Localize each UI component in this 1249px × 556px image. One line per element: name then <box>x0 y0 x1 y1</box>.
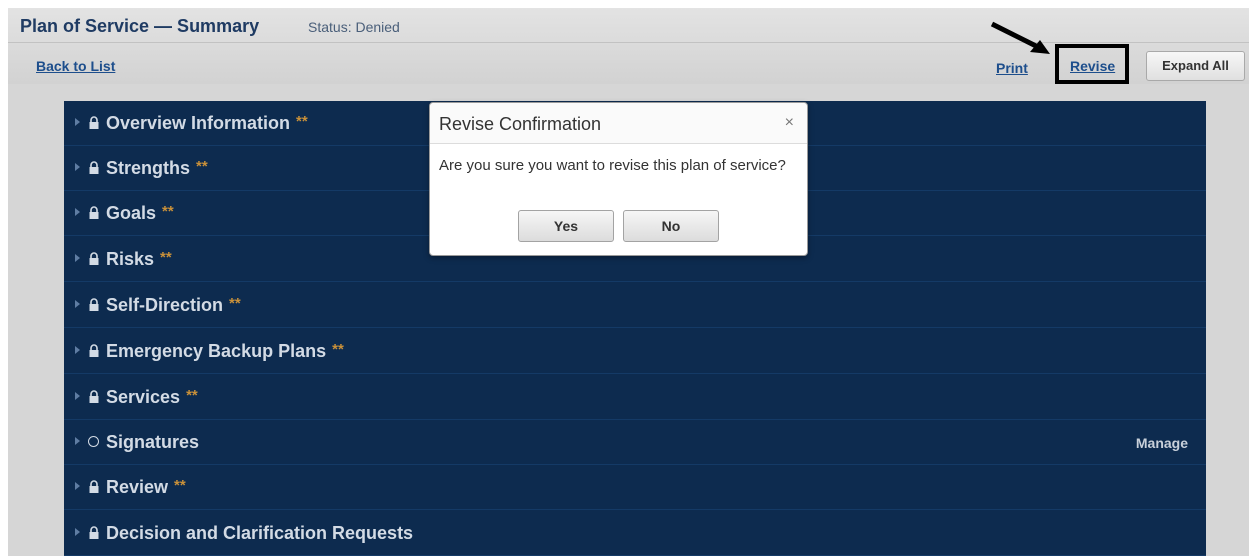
section-emergency-backup-plans[interactable]: Emergency Backup Plans ** <box>64 329 1206 374</box>
section-label: Decision and Clarification Requests <box>106 523 414 543</box>
dialog-message: Are you sure you want to revise this pla… <box>439 157 786 174</box>
dialog-header: Revise Confirmation × <box>430 103 807 144</box>
expand-triangle-icon <box>75 528 80 536</box>
section-label: Self-Direction <box>106 295 224 315</box>
section-label: Risks <box>106 249 155 269</box>
expand-triangle-icon <box>75 346 80 354</box>
required-stars: ** <box>332 341 344 358</box>
lock-icon <box>89 480 99 493</box>
section-label: Strengths <box>106 158 191 178</box>
lock-icon <box>89 161 99 174</box>
yes-button[interactable]: Yes <box>518 210 614 242</box>
title-bar: Plan of Service — Summary Status: Denied <box>8 8 1249 40</box>
required-stars: ** <box>296 113 308 130</box>
lock-icon <box>89 526 99 539</box>
expand-triangle-icon <box>75 208 80 216</box>
section-label: Review <box>106 477 169 497</box>
page-title: Plan of Service — Summary <box>20 16 260 36</box>
back-to-list-link[interactable]: Back to List <box>36 58 115 74</box>
lock-icon <box>89 116 99 129</box>
expand-triangle-icon <box>75 392 80 400</box>
no-button[interactable]: No <box>623 210 719 242</box>
required-stars: ** <box>174 477 186 494</box>
required-stars: ** <box>196 158 208 175</box>
lock-icon <box>89 252 99 265</box>
lock-icon <box>89 206 99 219</box>
expand-triangle-icon <box>75 118 80 126</box>
page-frame: Plan of Service — Summary Status: Denied… <box>8 8 1249 556</box>
close-icon[interactable]: × <box>785 114 794 132</box>
expand-triangle-icon <box>75 300 80 308</box>
expand-triangle-icon <box>75 437 80 445</box>
manage-signatures-link[interactable]: Manage <box>1136 435 1188 451</box>
section-signatures[interactable]: Signatures Manage <box>64 420 1206 465</box>
section-self-direction[interactable]: Self-Direction ** <box>64 283 1206 328</box>
expand-triangle-icon <box>75 163 80 171</box>
header-divider <box>8 42 1249 43</box>
required-stars: ** <box>186 387 198 404</box>
lock-icon <box>89 390 99 403</box>
section-label: Overview Information <box>106 113 291 133</box>
arrow-annotation-icon <box>990 21 1050 54</box>
expand-triangle-icon <box>75 482 80 490</box>
lock-icon <box>89 298 99 311</box>
section-label: Services <box>106 387 181 407</box>
header: Plan of Service — Summary Status: Denied… <box>8 8 1249 84</box>
section-review[interactable]: Review ** <box>64 465 1206 510</box>
section-label: Signatures <box>106 432 200 452</box>
print-link[interactable]: Print <box>996 60 1028 76</box>
lock-icon <box>89 344 99 357</box>
expand-triangle-icon <box>75 254 80 262</box>
required-stars: ** <box>162 203 174 220</box>
section-label: Goals <box>106 203 157 223</box>
dialog-title: Revise Confirmation <box>439 114 602 134</box>
section-decision-and-clarification-requests[interactable]: Decision and Clarification Requests <box>64 511 1206 556</box>
circle-icon <box>88 436 99 447</box>
required-stars: ** <box>229 295 241 312</box>
section-label: Emergency Backup Plans <box>106 341 327 361</box>
revise-link[interactable]: Revise <box>1070 58 1115 74</box>
required-stars: ** <box>160 249 172 266</box>
section-services[interactable]: Services ** <box>64 375 1206 420</box>
status-text: Status: Denied <box>308 19 400 35</box>
expand-all-button[interactable]: Expand All <box>1146 51 1245 81</box>
revise-confirmation-dialog: Revise Confirmation × Are you sure you w… <box>429 102 808 256</box>
